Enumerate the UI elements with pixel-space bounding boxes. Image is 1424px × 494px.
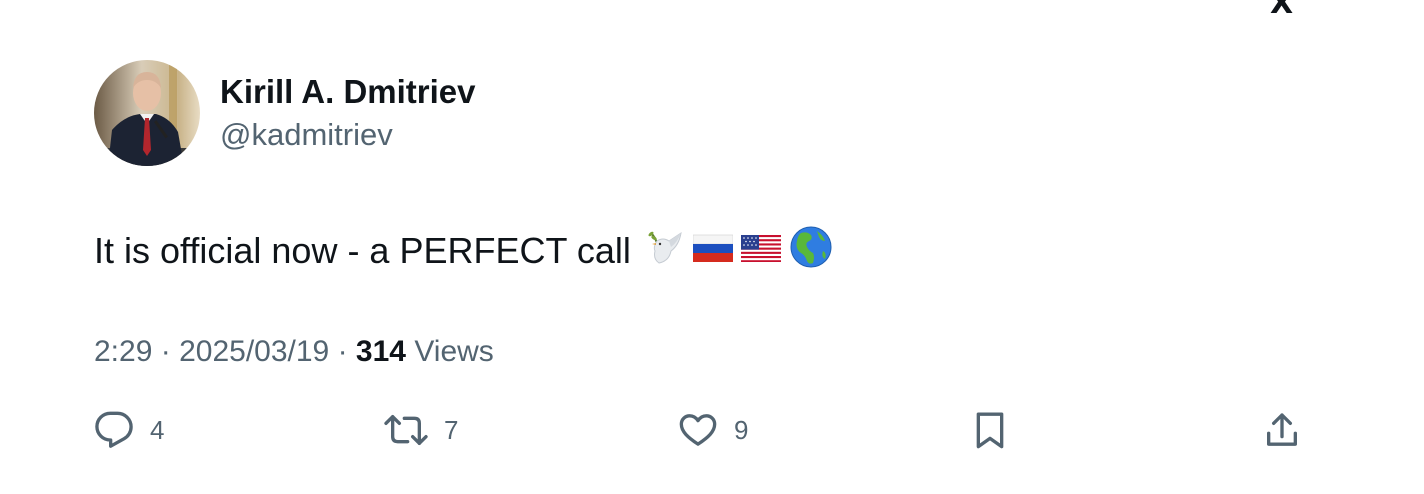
retweet-count: 7 <box>444 414 459 445</box>
author-display-name[interactable]: Kirill A. Dmitriev <box>220 70 476 114</box>
like-count: 9 <box>734 414 749 445</box>
views-label[interactable]: Views <box>414 335 493 368</box>
reply-icon <box>95 411 133 448</box>
bookmark-button[interactable] <box>970 408 1010 452</box>
tweet-text-content: It is official now - a PERFECT call <box>94 230 631 271</box>
globe-americas-emoji <box>789 225 833 278</box>
tweet-meta: 2:29 · 2025/03/19 · 314 Views <box>94 331 494 373</box>
share-button[interactable] <box>1262 408 1302 452</box>
tweet-text: It is official now - a PERFECT call <box>94 225 841 278</box>
reply-button[interactable]: 4 <box>94 408 164 452</box>
avatar[interactable] <box>94 60 200 166</box>
tweet-date[interactable]: 2025/03/19 <box>179 335 329 368</box>
reply-count: 4 <box>150 414 165 445</box>
dove-emoji <box>645 227 685 276</box>
views-count[interactable]: 314 <box>356 335 406 368</box>
usa-flag-emoji <box>740 230 781 272</box>
tweet-time[interactable]: 2:29 <box>94 335 152 368</box>
russia-flag-emoji <box>692 230 734 272</box>
author-handle[interactable]: @kadmitriev <box>220 114 393 156</box>
heart-icon <box>679 414 717 446</box>
bookmark-icon <box>976 412 1004 449</box>
avatar-image <box>94 60 200 166</box>
tweet-emojis <box>645 225 841 278</box>
x-logo: X <box>1270 0 1295 21</box>
like-button[interactable]: 9 <box>678 408 748 452</box>
share-icon <box>1267 413 1297 446</box>
retweet-icon <box>384 415 428 445</box>
meta-separator: · <box>160 335 171 368</box>
meta-separator: · <box>337 335 348 368</box>
retweet-button[interactable]: 7 <box>384 408 458 452</box>
